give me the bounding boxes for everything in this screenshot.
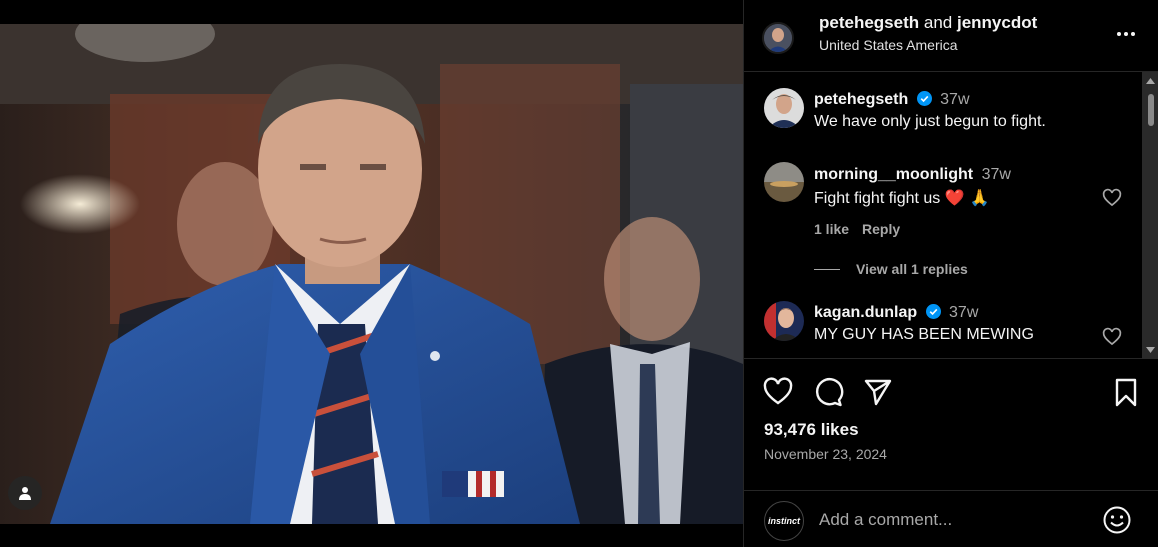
add-comment-row: instinct: [744, 490, 1158, 547]
comment-username[interactable]: kagan.dunlap: [814, 304, 917, 321]
comments-list[interactable]: petehegseth 37w We have only just begun …: [744, 72, 1158, 359]
current-user-avatar-text: instinct: [767, 516, 800, 526]
commenter-avatar-image: [764, 301, 804, 341]
comment-text: Fight fight fight us ❤️ 🙏: [814, 188, 990, 208]
user-tag-icon: [19, 487, 31, 500]
comment-author: petehegseth 37w: [814, 91, 970, 109]
user-tag-button[interactable]: [8, 476, 42, 510]
comment-text-body: Fight fight fight us: [814, 190, 941, 207]
commenter-avatar-image: [764, 88, 804, 128]
post-actions: 93,476 likes November 23, 2024 instinct: [744, 360, 1158, 547]
author-avatar[interactable]: [762, 22, 794, 54]
bookmark-icon[interactable]: [1110, 376, 1142, 408]
view-replies-button[interactable]: View all 1 replies: [856, 261, 968, 277]
comment-author: kagan.dunlap 37w: [814, 304, 978, 322]
photo-illustration: [0, 24, 743, 524]
verified-badge-icon: [925, 304, 941, 319]
comment-like-heart-icon[interactable]: [1102, 327, 1122, 347]
author-avatar-image: [764, 24, 792, 52]
comment-time: 37w: [981, 166, 1011, 183]
author-joiner: and: [923, 13, 953, 32]
comment-time: 37w: [940, 91, 970, 108]
comment-author: morning__moonlight 37w: [814, 166, 1011, 184]
comment-reply-button[interactable]: Reply: [862, 221, 900, 237]
send-icon[interactable]: [862, 376, 894, 408]
post-location[interactable]: United States America: [819, 37, 958, 53]
comment-username[interactable]: petehegseth: [814, 91, 908, 108]
post-photo[interactable]: [0, 24, 743, 524]
commenter-avatar[interactable]: [764, 88, 804, 128]
comment-emoji: ❤️ 🙏: [944, 188, 990, 207]
comment-like-count[interactable]: 1 like: [814, 221, 849, 237]
replies-divider: [814, 269, 840, 270]
post-header: petehegseth and jennycdot United States …: [744, 0, 1158, 72]
commenter-avatar[interactable]: [764, 162, 804, 202]
author-username[interactable]: petehegseth: [819, 13, 919, 32]
commenter-avatar-image: [764, 162, 804, 202]
caption-text: We have only just begun to fight.: [814, 113, 1046, 130]
like-count[interactable]: 93,476 likes: [764, 420, 859, 440]
comment-username[interactable]: morning__moonlight: [814, 166, 973, 183]
heart-icon[interactable]: [762, 376, 794, 408]
comment-like-heart-icon[interactable]: [1102, 188, 1122, 208]
more-options-button[interactable]: [1114, 22, 1138, 46]
emoji-smile-icon[interactable]: [1102, 505, 1132, 535]
collaborator-username[interactable]: jennycdot: [957, 13, 1037, 32]
post-date: November 23, 2024: [764, 446, 887, 462]
current-user-avatar: instinct: [764, 501, 804, 541]
post-media: [0, 0, 743, 547]
comment-time: 37w: [949, 304, 979, 321]
scrollbar-thumb[interactable]: [1148, 94, 1154, 126]
more-horizontal-icon: [1117, 32, 1135, 36]
post-details-panel: petehegseth and jennycdot United States …: [743, 0, 1158, 547]
comment-text: MY GUY HAS BEEN MEWING: [814, 326, 1034, 343]
verified-badge-icon: [916, 91, 932, 106]
post-author-line: petehegseth and jennycdot: [819, 13, 1037, 33]
add-comment-input[interactable]: [819, 508, 1089, 532]
comment-bubble-icon[interactable]: [812, 376, 844, 408]
commenter-avatar[interactable]: [764, 301, 804, 341]
